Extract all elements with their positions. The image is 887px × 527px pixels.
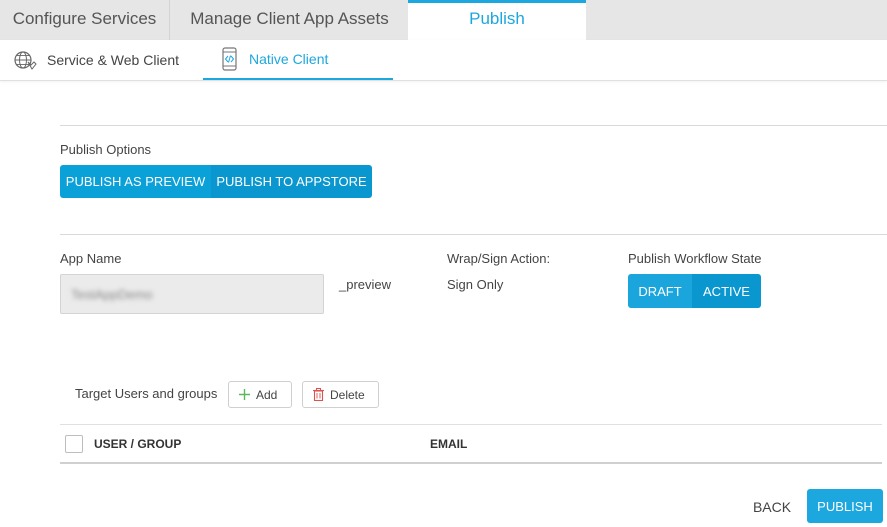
active-button[interactable]: ACTIVE [692, 274, 761, 308]
add-target-label: Add [256, 387, 278, 402]
divider [60, 234, 887, 235]
publish-to-appstore-button[interactable]: PUBLISH TO APPSTORE [211, 165, 372, 198]
top-tab-bar: Configure Services Manage Client App Ass… [0, 0, 887, 40]
globe-icon [14, 51, 37, 70]
subtab-service-web-client-label: Service & Web Client [47, 52, 180, 68]
publish-as-preview-button[interactable]: PUBLISH AS PREVIEW [60, 165, 211, 198]
publish-options-label: Publish Options [60, 142, 152, 157]
tab-publish[interactable]: Publish [408, 0, 586, 40]
column-email[interactable]: EMAIL [430, 437, 467, 451]
back-button[interactable]: BACK [747, 490, 797, 523]
delete-target-label: Delete [330, 387, 365, 402]
plus-icon [239, 389, 250, 400]
target-users-label: Target Users and groups [75, 386, 218, 401]
publish-options-toggle: PUBLISH AS PREVIEW PUBLISH TO APPSTORE [60, 165, 372, 198]
app-name-label: App Name [60, 251, 122, 266]
sub-tab-bar: Service & Web Client Native Client [0, 40, 887, 81]
app-name-suffix: _preview [339, 277, 392, 292]
wrap-sign-action-label: Wrap/Sign Action: [447, 251, 551, 266]
workflow-state-toggle: DRAFT ACTIVE [628, 274, 761, 308]
select-all-checkbox[interactable] [65, 435, 83, 453]
tab-configure-services[interactable]: Configure Services [0, 0, 170, 40]
delete-target-button[interactable]: Delete [302, 381, 379, 408]
subtab-service-web-client[interactable]: Service & Web Client [13, 40, 179, 80]
publish-workflow-state-label: Publish Workflow State [628, 251, 762, 266]
wrap-sign-action-value: Sign Only [447, 277, 504, 292]
publish-button[interactable]: PUBLISH [807, 489, 883, 523]
subtab-native-client[interactable]: Native Client [203, 40, 393, 80]
app-name-value: TestAppDemo [71, 287, 153, 302]
draft-button[interactable]: DRAFT [628, 274, 692, 308]
divider [60, 125, 887, 126]
trash-icon [313, 388, 324, 401]
app-name-field[interactable]: TestAppDemo [60, 274, 324, 314]
add-target-button[interactable]: Add [228, 381, 292, 408]
subtab-native-client-label: Native Client [249, 51, 329, 67]
tab-manage-client-app-assets[interactable]: Manage Client App Assets [171, 0, 408, 40]
column-user-group[interactable]: USER / GROUP [94, 437, 181, 451]
mobile-code-icon [222, 47, 237, 71]
target-table-header: USER / GROUP EMAIL [60, 424, 882, 464]
